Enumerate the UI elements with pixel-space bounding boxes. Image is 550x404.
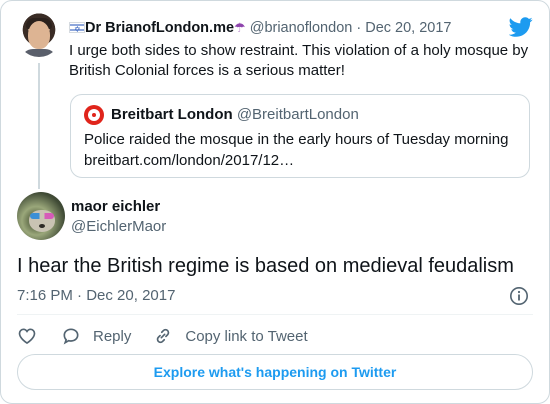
quoted-avatar [84, 105, 104, 125]
reply-button[interactable]: Reply [61, 326, 131, 346]
avatar-nose [39, 224, 45, 228]
main-tweet-text: I hear the British regime is based on me… [17, 255, 514, 277]
twitter-bird-icon[interactable] [509, 15, 533, 39]
separator: · [77, 287, 83, 304]
main-tweet-timestamp[interactable]: 7:16 PM · Dec 20, 2017 [17, 286, 175, 306]
parent-tweet-header: Dr BrianofLondon.me☂ @brianoflondon · De… [69, 18, 499, 40]
parent-date[interactable]: Dec 20, 2017 [365, 20, 451, 36]
heart-icon [18, 328, 36, 345]
avatar-shirt [21, 49, 57, 57]
tweet-date[interactable]: Dec 20, 2017 [86, 287, 175, 304]
avatar-face [28, 21, 50, 49]
quoted-tweet-text: Police raided the mosque in the early ho… [84, 131, 509, 148]
explore-label: Explore what's happening on Twitter [153, 364, 397, 380]
reply-bubble-icon [63, 328, 79, 345]
quoted-tweet-link[interactable]: breitbart.com/london/2017/12… [84, 150, 521, 171]
like-button[interactable] [17, 326, 37, 346]
copy-link-button[interactable]: Copy link to Tweet [153, 326, 308, 346]
main-handle[interactable]: @EichlerMaor [71, 217, 166, 237]
info-icon[interactable] [509, 286, 529, 306]
quoted-tweet[interactable]: Breitbart London @BreitbartLondon Police… [70, 94, 530, 178]
link-icon [157, 328, 170, 344]
main-display-name[interactable]: maor eichler [71, 197, 160, 217]
reply-label: Reply [93, 327, 132, 345]
parent-tweet-text: I urge both sides to show restraint. Thi… [69, 42, 529, 79]
umbrella-icon: ☂ [234, 21, 246, 36]
separator: · [356, 20, 362, 36]
thread-line [38, 63, 40, 189]
tweet-embed-card: Dr BrianofLondon.me☂ @brianoflondon · De… [0, 0, 550, 404]
parent-handle[interactable]: @brianoflondon [250, 20, 353, 36]
divider [17, 314, 533, 315]
parent-display-name[interactable]: Dr BrianofLondon.me [85, 20, 234, 36]
quoted-tweet-body: Police raided the mosque in the early ho… [84, 129, 521, 171]
quoted-handle: @BreitbartLondon [236, 106, 359, 123]
main-avatar[interactable] [17, 192, 65, 240]
parent-avatar[interactable] [17, 13, 61, 57]
explore-twitter-button[interactable]: Explore what's happening on Twitter [17, 354, 533, 390]
quoted-tweet-header: Breitbart London @BreitbartLondon [111, 105, 359, 125]
quoted-display-name: Breitbart London [111, 106, 233, 123]
tweet-actions: Reply Copy link to Tweet [17, 325, 308, 347]
copy-link-label: Copy link to Tweet [185, 327, 308, 345]
avatar-glasses [30, 213, 54, 219]
israel-flag-icon [69, 20, 85, 40]
tweet-time[interactable]: 7:16 PM [17, 287, 73, 304]
